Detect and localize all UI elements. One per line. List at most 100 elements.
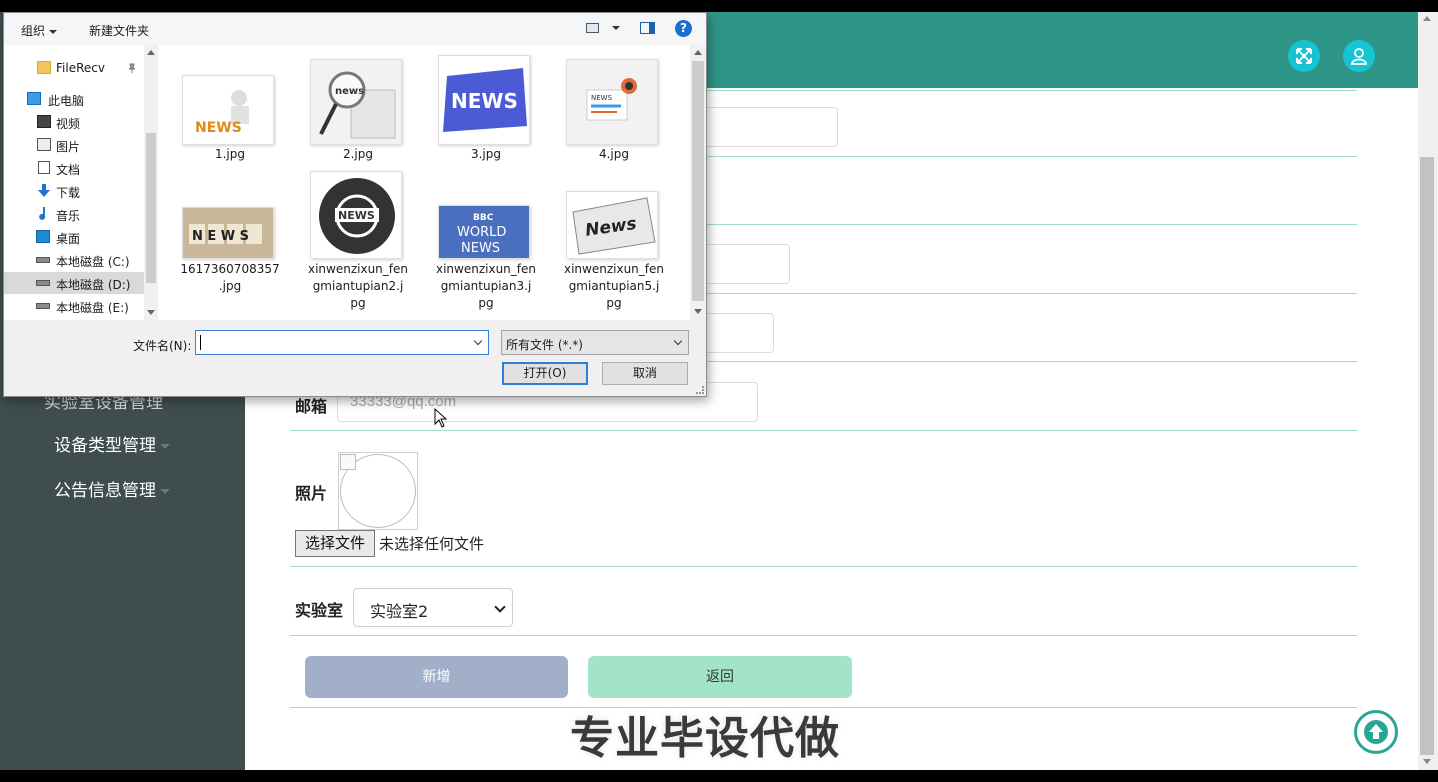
divider: [290, 566, 1357, 567]
back-button[interactable]: 返回: [588, 656, 852, 698]
svg-text:WORLD: WORLD: [457, 225, 506, 240]
navigation-pane: FileRecv 此电脑 视频 图片 文档 下载 音乐 桌面 本地磁盘 (C:)…: [4, 45, 159, 320]
nav-item-desktop[interactable]: 桌面: [4, 226, 144, 248]
sidebar-item-label: 设备类型管理: [54, 436, 156, 456]
image-thumbnail: NEWS: [566, 59, 658, 145]
drive-e-icon: [36, 303, 50, 309]
nav-item-label: 音乐: [56, 209, 81, 223]
svg-text:news: news: [335, 86, 364, 97]
caret-down-icon: [160, 488, 170, 494]
resize-grip-icon[interactable]: [696, 386, 704, 394]
new-folder-button[interactable]: 新建文件夹: [89, 22, 149, 39]
file-name: xinwenzixun_fen gmiantupian2.j pg: [307, 262, 408, 310]
svg-text:NEWS: NEWS: [591, 94, 613, 102]
arrow-up-icon: [1364, 720, 1388, 744]
scrollbar-thumb[interactable]: [692, 61, 704, 301]
nav-item-downloads[interactable]: 下载: [4, 180, 144, 202]
nav-scrollbar[interactable]: [144, 45, 158, 320]
nav-item-documents[interactable]: 文档: [4, 157, 144, 179]
user-button[interactable]: [1343, 40, 1375, 72]
page-scrollbar[interactable]: [1418, 12, 1438, 770]
nav-item-drive-c[interactable]: 本地磁盘 (C:): [4, 249, 144, 271]
photo-preview: [338, 452, 418, 530]
view-caret-icon[interactable]: [612, 26, 620, 30]
lab-select-value: 实验室2: [370, 602, 429, 621]
sidebar-item-label: 公告信息管理: [54, 481, 156, 501]
image-thumbnail: N E W S: [182, 207, 274, 259]
no-file-text: 未选择任何文件: [379, 535, 485, 553]
photo-label: 照片: [295, 484, 328, 503]
choose-file-button[interactable]: 选择文件: [295, 530, 375, 557]
text-cursor: [200, 335, 201, 350]
mouse-cursor-icon: [434, 408, 448, 428]
scroll-up-icon[interactable]: [147, 50, 155, 55]
svg-text:BBC: BBC: [473, 213, 494, 223]
nav-item-drive-e[interactable]: 本地磁盘 (E:): [4, 295, 144, 317]
chevron-down-icon: [673, 336, 683, 346]
filename-label: 文件名(N):: [133, 339, 192, 353]
documents-icon: [38, 161, 50, 174]
fullscreen-button[interactable]: [1288, 40, 1320, 72]
help-icon[interactable]: ?: [675, 20, 692, 37]
organize-label: 组织: [21, 24, 46, 38]
file-name: 1617360708357 .jpg: [180, 262, 280, 293]
caret-down-icon: [49, 29, 58, 34]
scrollbar-thumb[interactable]: [1420, 157, 1434, 755]
files-pane: NEWS 1.jpg news 2.jpg NEWS 3.jpg NEWS 4.…: [160, 45, 690, 320]
broken-image-icon: [340, 454, 356, 470]
file-open-dialog: 组织 新建文件夹 ? FileRecv 此电脑 视频 图片 文档 下载 音乐 桌…: [3, 12, 707, 397]
chevron-down-icon[interactable]: [473, 336, 483, 346]
scroll-up-icon[interactable]: [1423, 16, 1431, 21]
caret-down-icon: [160, 443, 170, 449]
nav-item-drive-d[interactable]: 本地磁盘 (D:): [4, 272, 144, 294]
nav-item-music[interactable]: 音乐: [4, 203, 144, 225]
nav-item-label: 视频: [56, 117, 81, 131]
browser-viewport: 实验室设备管理 设备类型管理 公告信息管理 邮箱 33333@qq.com 照片…: [0, 12, 1438, 770]
drive-d-icon: [36, 280, 50, 286]
file-type-select[interactable]: 所有文件 (*.*): [501, 330, 689, 355]
scrollbar-thumb[interactable]: [146, 133, 156, 283]
music-icon: [39, 207, 46, 220]
organize-menu[interactable]: 组织: [21, 22, 58, 39]
image-thumbnail: NEWS: [182, 75, 274, 145]
image-thumbnail: news: [310, 59, 402, 145]
computer-icon: [27, 92, 41, 105]
image-thumbnail: News: [566, 191, 658, 259]
download-icon: [38, 184, 50, 197]
sidebar-item-equipment-type[interactable]: 设备类型管理: [54, 431, 170, 456]
sidebar-item-announcements[interactable]: 公告信息管理: [54, 476, 170, 501]
nav-item-label: FileRecv: [56, 61, 105, 75]
nav-item-videos[interactable]: 视频: [4, 111, 144, 133]
nav-item-label: 桌面: [56, 232, 81, 246]
open-button[interactable]: 打开(O): [502, 362, 588, 385]
pictures-icon: [37, 138, 51, 151]
preview-pane-icon[interactable]: [640, 22, 655, 34]
scroll-up-icon[interactable]: [694, 50, 702, 55]
nav-item-filerecv[interactable]: FileRecv: [4, 57, 144, 79]
divider: [290, 430, 1357, 431]
divider: [290, 635, 1357, 636]
file-name: 2.jpg: [342, 147, 374, 161]
dialog-footer: 文件名(N): 所有文件 (*.*) 打开(O) 取消: [4, 320, 706, 396]
view-options-icon[interactable]: [586, 23, 599, 33]
scroll-down-icon[interactable]: [147, 310, 155, 315]
submit-button[interactable]: 新增: [305, 656, 568, 698]
files-scrollbar[interactable]: [690, 45, 706, 320]
back-to-top-button[interactable]: [1354, 710, 1398, 754]
cancel-button[interactable]: 取消: [602, 362, 688, 385]
scroll-down-icon[interactable]: [694, 309, 702, 314]
lab-select[interactable]: 实验室2: [353, 588, 513, 627]
nav-item-this-pc[interactable]: 此电脑: [4, 88, 144, 110]
nav-item-label: 文档: [56, 163, 81, 177]
image-thumbnail: NEWS: [310, 171, 402, 259]
nav-item-label: 图片: [56, 140, 81, 154]
nav-item-label: 本地磁盘 (C:): [56, 255, 130, 269]
file-type-value: 所有文件 (*.*): [506, 338, 583, 352]
desktop-icon: [36, 230, 50, 243]
scroll-down-icon[interactable]: [1423, 759, 1431, 764]
drive-c-icon: [36, 257, 50, 263]
filename-input[interactable]: [195, 330, 489, 355]
dialog-toolbar: 组织 新建文件夹 ?: [4, 13, 706, 45]
file-name: xinwenzixun_fen gmiantupian5.j pg: [563, 262, 664, 310]
nav-item-pictures[interactable]: 图片: [4, 134, 144, 156]
